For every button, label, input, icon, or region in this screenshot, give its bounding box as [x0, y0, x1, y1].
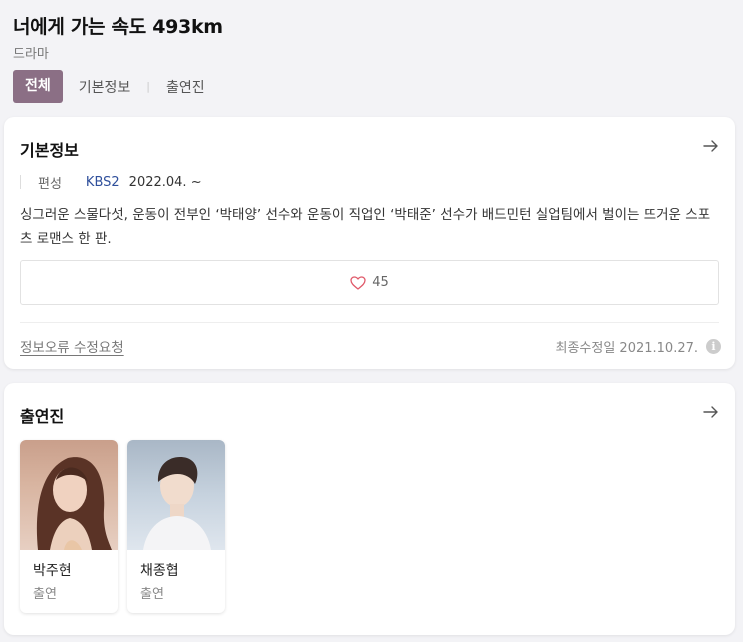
tab-cast[interactable]: 출연진: [166, 77, 205, 97]
like-button[interactable]: 45: [20, 260, 719, 305]
meta-divider: [20, 175, 21, 189]
last-updated: 최종수정일 2021.10.27. i: [555, 337, 721, 356]
cast-list: 박주현 출연 채종협 출연: [20, 440, 234, 613]
broadcast-date: 2022.04. ~: [128, 174, 202, 190]
cast-photo: [20, 440, 118, 550]
tab-separator: |: [146, 80, 151, 93]
cast-role: 출연: [140, 587, 164, 602]
page-header: 너에게 가는 속도 493km 드라마 전체 기본정보 | 출연진: [13, 0, 733, 110]
cast-card: 출연진 박주현 출연 채종협 출연: [4, 383, 735, 635]
synopsis: 싱그러운 스물다섯, 운동이 전부인 ‘박태양’ 선수와 운동이 직업인 ‘박태…: [20, 207, 711, 247]
genre-label: 드라마: [13, 47, 49, 62]
cast-photo: [127, 440, 225, 550]
like-count: 45: [372, 275, 389, 290]
person-photo-icon: [143, 457, 211, 550]
info-icon[interactable]: i: [706, 339, 721, 354]
arrow-right-icon[interactable]: [703, 138, 719, 154]
basic-info-card: 기본정보 편성 KBS2 2022.04. ~ 싱그러운 스물다섯, 운동이 전…: [4, 117, 735, 369]
tab-basic-info[interactable]: 기본정보: [79, 77, 131, 97]
page-title: 너에게 가는 속도 493km: [13, 16, 223, 38]
card-divider: [20, 322, 719, 323]
cast-name: 박주현: [33, 563, 72, 579]
basic-info-title: 기본정보: [20, 141, 79, 160]
tab-bar: 전체 기본정보 | 출연진: [13, 70, 205, 103]
report-error-link[interactable]: 정보오류 수정요청: [20, 336, 124, 356]
cast-item[interactable]: 채종협 출연: [127, 440, 225, 613]
cast-item[interactable]: 박주현 출연: [20, 440, 118, 613]
person-photo-icon: [36, 457, 113, 550]
broadcast-meta: 편성 KBS2 2022.04. ~: [20, 173, 202, 192]
heart-icon: [350, 275, 366, 290]
arrow-right-icon[interactable]: [703, 404, 719, 420]
cast-name: 채종협: [140, 563, 179, 579]
tab-all[interactable]: 전체: [13, 70, 63, 103]
last-updated-text: 최종수정일 2021.10.27.: [555, 341, 699, 356]
channel-link[interactable]: KBS2: [86, 175, 120, 190]
cast-role: 출연: [33, 587, 57, 602]
cast-title: 출연진: [20, 407, 65, 426]
meta-label: 편성: [38, 176, 62, 192]
